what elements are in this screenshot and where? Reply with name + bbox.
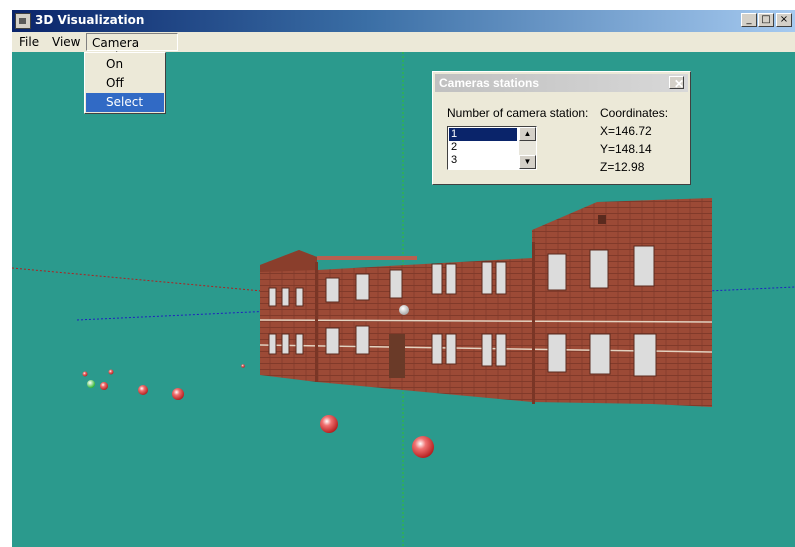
- title-bar[interactable]: 3D Visualization _ □ ×: [12, 10, 795, 32]
- coordinates-label: Coordinates:: [600, 106, 669, 120]
- app-icon[interactable]: [15, 13, 31, 29]
- coordinate-x: X=146.72: [600, 124, 652, 138]
- close-button[interactable]: ×: [776, 13, 792, 27]
- station-list-item[interactable]: 1: [449, 128, 517, 141]
- building-model: [259, 198, 713, 407]
- station-list-label: Number of camera station:: [447, 106, 589, 120]
- arrow-up-icon: ▲: [523, 129, 532, 138]
- menu-bar: File View Camera station: [12, 32, 795, 64]
- arrow-down-icon: ▼: [523, 157, 532, 166]
- dialog-title: Cameras stations: [439, 76, 540, 90]
- station-list-item[interactable]: 3: [449, 154, 517, 167]
- scroll-up-button[interactable]: ▲: [519, 127, 536, 141]
- coordinate-y: Y=148.14: [600, 142, 652, 156]
- station-list-scrollbar[interactable]: ▲ ▼: [519, 127, 536, 169]
- camera-station-dropdown: On Off Select: [84, 52, 166, 114]
- dialog-close-button[interactable]: ✕: [669, 76, 685, 91]
- maximize-button[interactable]: □: [758, 13, 774, 27]
- cameras-stations-dialog: Cameras stations ✕ Number of camera stat…: [432, 71, 691, 185]
- station-list-item[interactable]: 2: [449, 141, 517, 154]
- dropdown-item-off[interactable]: Off: [86, 74, 164, 93]
- menu-camera-station[interactable]: Camera station: [86, 33, 178, 64]
- station-listbox[interactable]: 1 2 3 ▲ ▼: [447, 126, 537, 170]
- coordinate-z: Z=12.98: [600, 160, 645, 174]
- window-title: 3D Visualization: [35, 13, 145, 27]
- dropdown-item-select[interactable]: Select: [86, 93, 164, 112]
- minimize-button[interactable]: _: [741, 13, 757, 27]
- dropdown-item-on[interactable]: On: [86, 55, 164, 74]
- menu-file[interactable]: File: [19, 35, 39, 49]
- menu-view[interactable]: View: [52, 35, 80, 49]
- close-icon: ✕: [674, 77, 685, 91]
- dialog-title-bar[interactable]: Cameras stations ✕: [435, 74, 688, 92]
- scroll-down-button[interactable]: ▼: [519, 155, 536, 169]
